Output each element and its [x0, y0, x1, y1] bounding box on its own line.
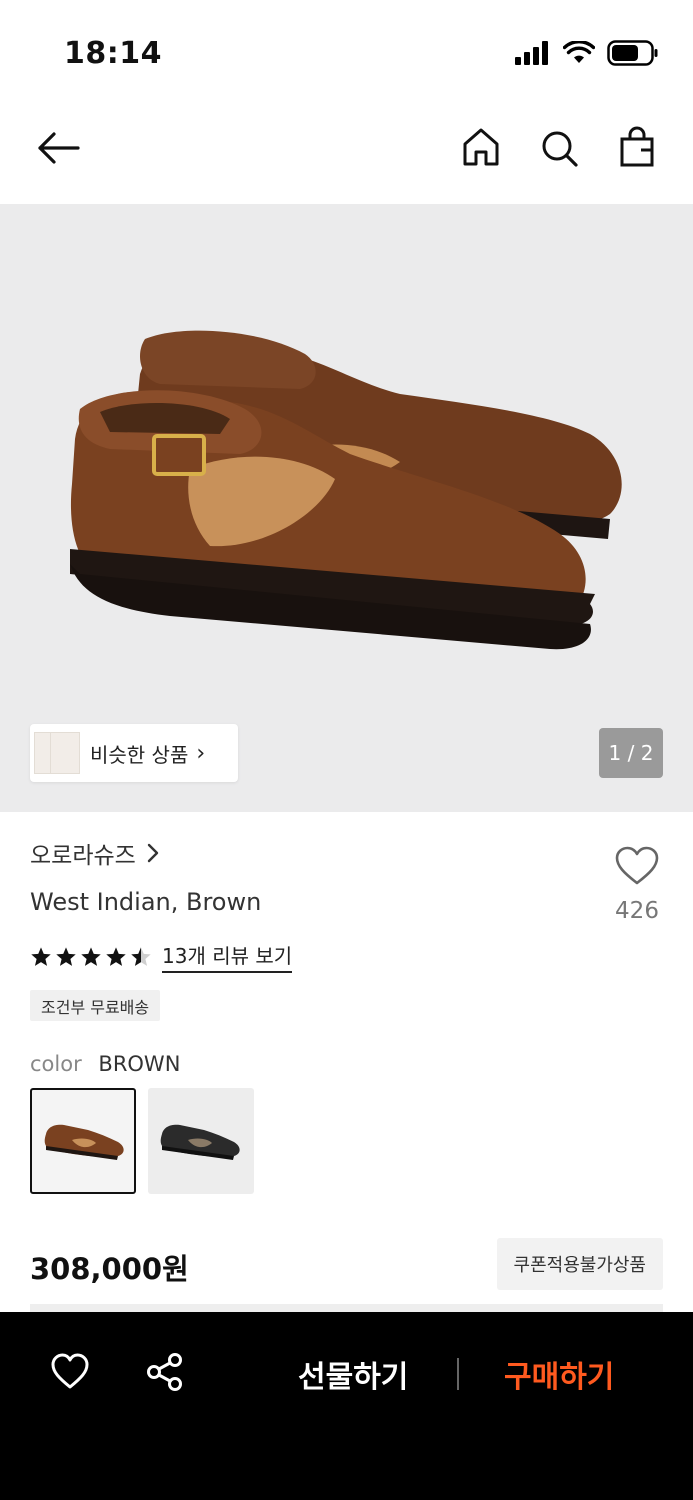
similar-products-label: 비슷한 상품 — [90, 742, 189, 767]
review-link[interactable]: 13개 리뷰 보기 — [162, 940, 293, 973]
color-label: color — [30, 1052, 82, 1076]
heart-icon — [51, 1353, 89, 1389]
shipping-badge: 조건부 무료배송 — [30, 990, 161, 1021]
product-info: 오로라슈즈 West Indian, Brown 426 — [30, 836, 663, 924]
product-price: 308,000원 — [30, 1252, 189, 1286]
image-page-counter: 1 / 2 — [599, 728, 663, 778]
product-name: West Indian, Brown — [30, 888, 262, 916]
share-icon — [147, 1353, 182, 1391]
color-row: color BROWN — [30, 1052, 180, 1076]
nav-actions — [461, 126, 657, 170]
color-swatch-brown[interactable] — [30, 1088, 136, 1194]
heart-icon — [615, 846, 659, 885]
nav-bar — [0, 108, 693, 192]
status-bar: 18:14 — [0, 0, 693, 100]
search-button[interactable] — [539, 126, 579, 170]
buy-button[interactable]: 구매하기 — [504, 1352, 614, 1396]
star-icon — [106, 946, 126, 966]
brand-link[interactable]: 오로라슈즈 — [30, 836, 663, 870]
wishlist-button[interactable] — [50, 1352, 90, 1392]
gift-button[interactable]: 선물하기 — [298, 1352, 408, 1396]
arrow-left-icon — [38, 132, 80, 164]
brand-name: 오로라슈즈 — [30, 843, 136, 869]
back-button[interactable] — [34, 128, 84, 168]
like-button[interactable]: 426 — [611, 846, 663, 924]
rating-row: 13개 리뷰 보기 — [30, 940, 293, 973]
brown-leather-shoes-image — [70, 330, 622, 650]
chevron-right-icon: › — [196, 740, 206, 766]
like-count: 426 — [615, 898, 659, 924]
half-star-icon — [131, 946, 151, 966]
color-value: BROWN — [98, 1052, 181, 1076]
star-rating — [30, 946, 152, 968]
cart-button[interactable] — [617, 126, 657, 170]
wifi-icon — [563, 41, 595, 63]
star-icon — [31, 946, 51, 966]
home-icon — [463, 128, 499, 166]
chevron-right-icon — [147, 843, 159, 863]
black-shoes-thumbnail — [160, 1124, 240, 1160]
similar-products-button[interactable]: 비슷한 상품 › — [30, 724, 238, 782]
battery-icon — [607, 40, 658, 66]
cellular-signal-icon — [515, 41, 548, 65]
search-icon — [542, 131, 578, 167]
star-icon — [81, 946, 101, 966]
share-button[interactable] — [146, 1352, 184, 1392]
coupon-badge: 쿠폰적용불가상품 — [496, 1238, 663, 1290]
home-button[interactable] — [461, 126, 501, 170]
shopping-bag-icon — [620, 126, 654, 167]
brown-shoes-thumbnail — [44, 1124, 124, 1160]
color-swatch-black[interactable] — [148, 1088, 254, 1194]
product-image-carousel[interactable]: 비슷한 상품 › 1 / 2 — [0, 204, 693, 812]
similar-thumbnail — [50, 732, 80, 774]
section-divider — [30, 1304, 663, 1312]
similar-products-thumbnails — [30, 724, 80, 782]
status-icons — [515, 40, 659, 66]
status-time: 18:14 — [64, 36, 162, 71]
action-separator — [457, 1358, 459, 1390]
bottom-action-bar: 선물하기 구매하기 — [0, 1312, 693, 1500]
star-icon — [56, 946, 76, 966]
